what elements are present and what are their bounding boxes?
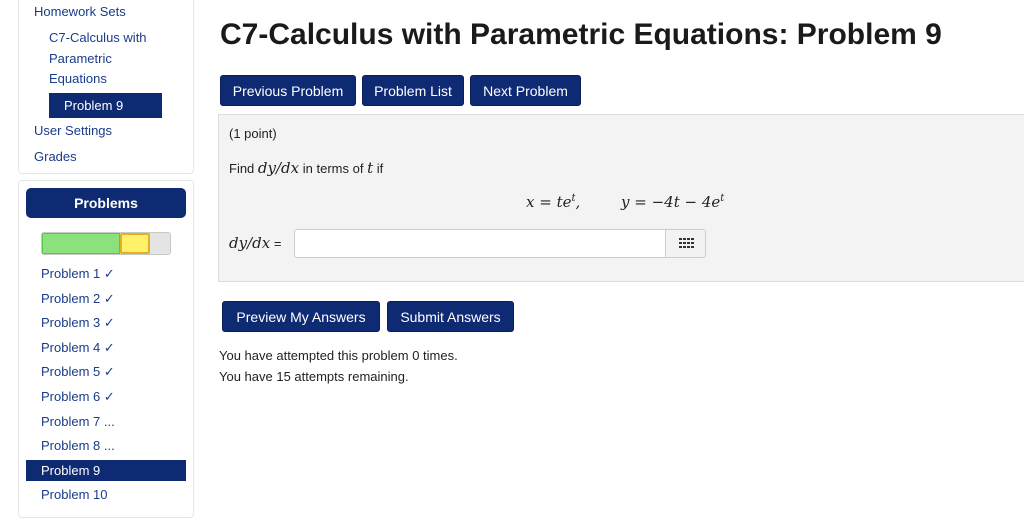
homework-sets-link[interactable]: Homework Sets [34,2,126,22]
user-settings-link[interactable]: User Settings [34,121,112,141]
problem-prompt: Find dy/dx in terms of t if [229,159,383,177]
prompt-var: t [367,159,374,177]
grades-link[interactable]: Grades [34,147,77,167]
answer-label-eq: = [270,236,282,251]
equation-x: x = tet, [526,193,580,211]
nav-current-problem[interactable]: Problem 9 [49,93,162,118]
submit-answers-button[interactable]: Submit Answers [387,301,514,332]
problem-list-item[interactable]: Problem 1 ✓ [26,263,186,284]
problems-panel: Problems Problem 1 ✓ Problem 2 ✓ Problem 3… [18,180,194,518]
equation-editor-button[interactable] [665,229,706,258]
course-link[interactable]: C7-Calculus with Parametric Equations [49,28,169,90]
problem-list-item[interactable]: Problem 4 ✓ [26,337,186,358]
preview-answers-button[interactable]: Preview My Answers [222,301,380,332]
prompt-suffix: if [376,161,384,176]
equation-x-tail: , [575,193,581,211]
nav-panel: Homework Sets C7-Calculus with Parametri… [18,0,194,174]
problem-list-item[interactable]: Problem 6 ✓ [26,386,186,407]
answer-label: dy/dx = [229,234,281,252]
keypad-grid-icon [679,238,694,248]
attempts-remaining: You have 15 attempts remaining. [219,369,409,384]
problem-list-item[interactable]: Problem 5 ✓ [26,361,186,382]
answer-label-math: dy/dx [229,234,271,252]
problem-list-item[interactable]: Problem 7 ... [26,411,186,432]
equation-y-sup: t [720,193,725,204]
points-label: (1 point) [229,126,277,141]
equation-y-main: y = −4t − 4e [621,193,721,211]
equation-y: y = −4t − 4et [621,193,724,211]
prompt-middle: in terms of [302,161,364,176]
progress-incorrect [120,233,150,254]
progress-correct [42,233,120,254]
answer-input[interactable] [294,229,666,258]
attempts-count: You have attempted this problem 0 times. [219,348,458,363]
prompt-prefix: Find [229,161,255,176]
equation-x-main: x = te [526,193,572,211]
problem-list-item[interactable]: Problem 3 ✓ [26,312,186,333]
problem-list-button[interactable]: Problem List [362,75,464,106]
problem-list-item[interactable]: Problem 10 [26,484,186,505]
problem-list-item[interactable]: Problem 8 ... [26,435,186,456]
progress-bar [41,232,171,255]
page-title: C7-Calculus with Parametric Equations: P… [220,18,942,51]
previous-problem-button[interactable]: Previous Problem [220,75,356,106]
problem-box: (1 point) Find dy/dx in terms of t if x … [218,114,1024,282]
next-problem-button[interactable]: Next Problem [470,75,581,106]
prompt-math: dy/dx [257,159,300,177]
problem-list-item[interactable]: Problem 2 ✓ [26,288,186,309]
problem-list-item[interactable]: Problem 9 [26,459,186,481]
problems-header: Problems [26,188,186,218]
